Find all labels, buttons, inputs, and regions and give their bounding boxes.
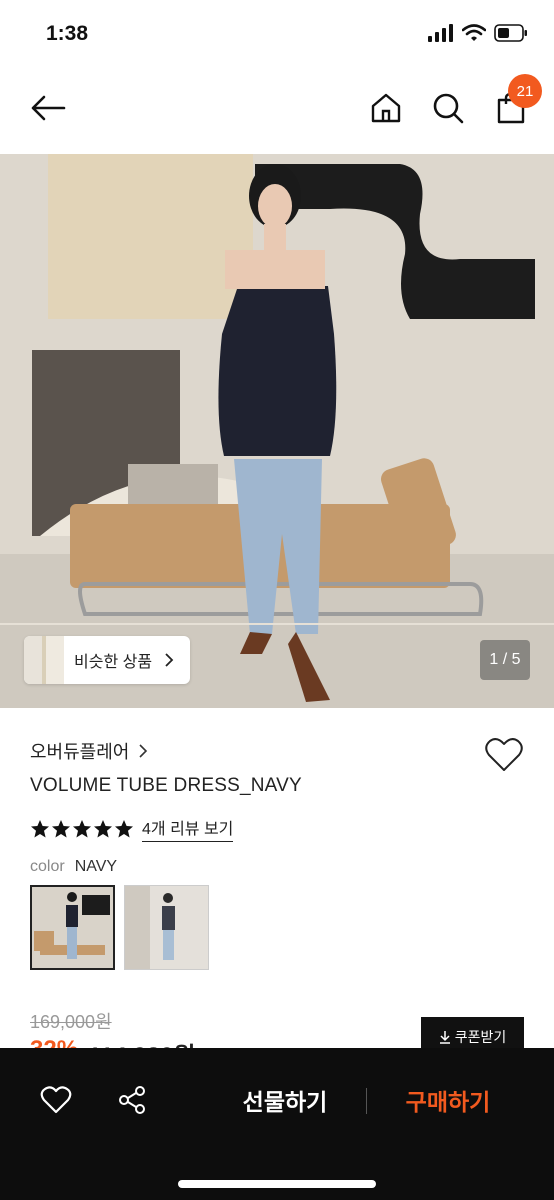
- back-button[interactable]: [26, 86, 70, 130]
- home-indicator: [178, 1180, 376, 1188]
- buy-button[interactable]: 구매하기: [388, 1080, 508, 1120]
- star-icon: [52, 819, 70, 837]
- product-image[interactable]: [0, 154, 554, 708]
- brand-link[interactable]: 오버듀플레어: [30, 738, 149, 764]
- share-button[interactable]: [112, 1080, 152, 1120]
- color-value: NAVY: [74, 858, 118, 875]
- battery-icon: [494, 24, 527, 42]
- status-time: 1:38: [46, 22, 89, 45]
- image-page-indicator: 1 / 5: [480, 640, 530, 680]
- similar-products-label: 비슷한 상품: [74, 654, 153, 671]
- signal-icon: [428, 24, 453, 42]
- product-photo: [0, 154, 554, 708]
- wishlist-button[interactable]: [484, 736, 524, 774]
- star-icon: [73, 819, 91, 837]
- coupon-label: 쿠폰받기: [454, 1029, 507, 1045]
- cart-count-badge: 21: [508, 74, 542, 108]
- swatch-thumbnail: [125, 886, 208, 969]
- star-icon: [31, 819, 49, 837]
- gift-button[interactable]: 선물하기: [225, 1080, 345, 1120]
- download-icon: [439, 1031, 450, 1044]
- wifi-icon: [462, 24, 486, 41]
- home-button[interactable]: [364, 86, 408, 130]
- search-icon: [433, 93, 464, 124]
- color-swatch-alt[interactable]: [124, 885, 209, 970]
- color-row: color NAVY: [30, 858, 117, 876]
- share-icon: [119, 1086, 145, 1114]
- similar-products-button[interactable]: 비슷한 상품: [24, 636, 190, 684]
- star-icon: [94, 819, 112, 837]
- heart-icon: [40, 1086, 72, 1114]
- color-swatch-navy[interactable]: [30, 885, 115, 970]
- swatch-thumbnail: [32, 887, 113, 968]
- home-icon: [371, 93, 401, 123]
- rating-row: 4개 리뷰 보기: [30, 815, 234, 842]
- color-label: color: [30, 858, 65, 875]
- product-name: VOLUME TUBE DRESS_NAVY: [30, 775, 302, 796]
- heart-icon: [485, 738, 523, 771]
- search-button[interactable]: [426, 86, 470, 130]
- status-bar: 1:38: [0, 0, 554, 66]
- bottom-action-bar: 선물하기 구매하기: [0, 1048, 554, 1200]
- similar-thumbnail: [24, 636, 64, 684]
- original-price: 169,000원: [30, 1012, 112, 1032]
- star-icon: [115, 819, 133, 837]
- review-link[interactable]: 4개 리뷰 보기: [142, 815, 234, 842]
- star-rating: [30, 819, 134, 839]
- wishlist-bottom-button[interactable]: [36, 1080, 76, 1120]
- brand-name: 오버듀플레어: [30, 742, 130, 762]
- chevron-right-icon: [139, 744, 148, 758]
- header: [0, 66, 554, 154]
- status-icons: [428, 24, 528, 42]
- back-arrow-icon: [31, 95, 66, 121]
- divider: [366, 1088, 367, 1114]
- chevron-right-icon: [165, 653, 174, 667]
